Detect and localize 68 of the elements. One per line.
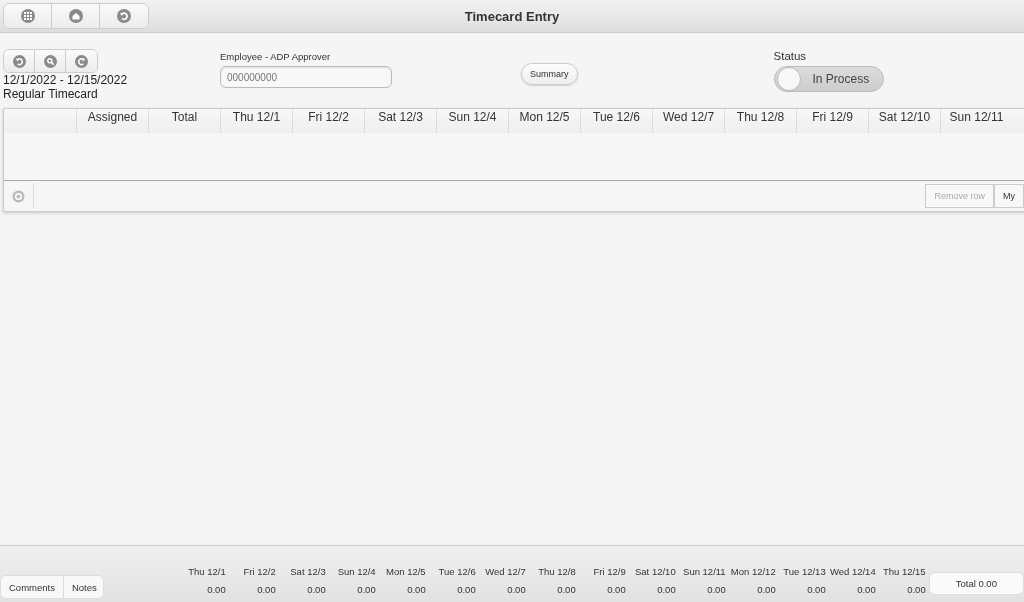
day-hours: 0.00 [757, 583, 776, 597]
day-label: Thu 12/1 [188, 565, 226, 579]
column-header: Total [148, 109, 220, 133]
day-hours: 0.00 [907, 583, 926, 597]
back-icon [12, 54, 26, 68]
search-icon [43, 54, 57, 68]
day-hours: 0.00 [557, 583, 576, 597]
grid-icon [20, 9, 35, 23]
date-range: 12/1/2022 - 12/15/2022 [3, 73, 128, 87]
window-title: Timecard Entry [464, 8, 560, 24]
total-button[interactable]: Total 0.00 [928, 572, 1024, 595]
column-header: Tue 12/6 [580, 109, 652, 133]
column-header: Sun 12/11 [940, 109, 1012, 133]
day-label: Tue 12/13 [783, 565, 826, 579]
settings-icon [12, 189, 25, 203]
column-header: Sat 12/3 [364, 109, 436, 133]
day-label: Sat 12/3 [290, 565, 326, 579]
apps-button[interactable] [4, 4, 52, 28]
settings-button[interactable] [4, 183, 34, 209]
day-hours: 0.00 [357, 583, 376, 597]
day-hours: 0.00 [207, 583, 226, 597]
day-hours: 0.00 [857, 583, 876, 597]
day-label: Wed 12/7 [485, 565, 526, 579]
search-button[interactable] [35, 50, 66, 72]
back-icon [117, 9, 131, 23]
day-label: Sat 12/10 [635, 565, 676, 579]
column-header: Assigned [76, 109, 148, 133]
day-label: Mon 12/5 [386, 565, 426, 579]
column-header: Thu 12/1 [220, 109, 292, 133]
day-hours: 0.00 [407, 583, 426, 597]
field-label: Employee - ADP Approver [220, 51, 331, 62]
day-hours: 0.00 [607, 583, 626, 597]
column-header: Thu 12/8 [724, 109, 796, 133]
day-hours: 0.00 [707, 583, 726, 597]
timecard-type: Regular Timecard [3, 87, 98, 101]
back-button[interactable] [100, 4, 148, 28]
column-header: Sun 12/4 [436, 109, 508, 133]
day-hours: 0.00 [457, 583, 476, 597]
day-hours: 0.00 [257, 583, 276, 597]
column-header: Fri 12/9 [796, 109, 868, 133]
home-button[interactable] [52, 4, 100, 28]
day-label: Sun 12/11 [683, 565, 726, 579]
day-label: Fri 12/9 [593, 565, 626, 579]
summary-button[interactable]: Summary [521, 63, 578, 85]
home-icon [68, 9, 83, 23]
day-label: Tue 12/6 [438, 565, 476, 579]
footer-tab[interactable]: Comments [1, 576, 64, 598]
status-label: Status [773, 50, 807, 62]
column-header: Wed 12/7 [652, 109, 724, 133]
previous-button[interactable] [4, 50, 35, 72]
employee-field[interactable]: 000000000 [220, 66, 392, 88]
day-hours: 0.00 [307, 583, 326, 597]
day-label: Wed 12/14 [829, 565, 876, 579]
column-header: Mon 12/5 [508, 109, 580, 133]
column-header: Sat 12/10 [868, 109, 940, 133]
day-label: Thu 12/15 [882, 565, 926, 579]
status-toggle[interactable]: In Process [773, 66, 884, 92]
day-label: Thu 12/8 [538, 565, 576, 579]
forward-icon [75, 54, 88, 68]
column-header: Fri 12/2 [292, 109, 364, 133]
next-button[interactable] [66, 50, 97, 72]
day-label: Mon 12/12 [730, 565, 776, 579]
day-hours: 0.00 [507, 583, 526, 597]
day-label: Sun 12/4 [337, 565, 376, 579]
day-hours: 0.00 [657, 583, 676, 597]
table-button[interactable]: My [994, 184, 1024, 208]
day-hours: 0.00 [807, 583, 826, 597]
day-label: Fri 12/2 [243, 565, 276, 579]
